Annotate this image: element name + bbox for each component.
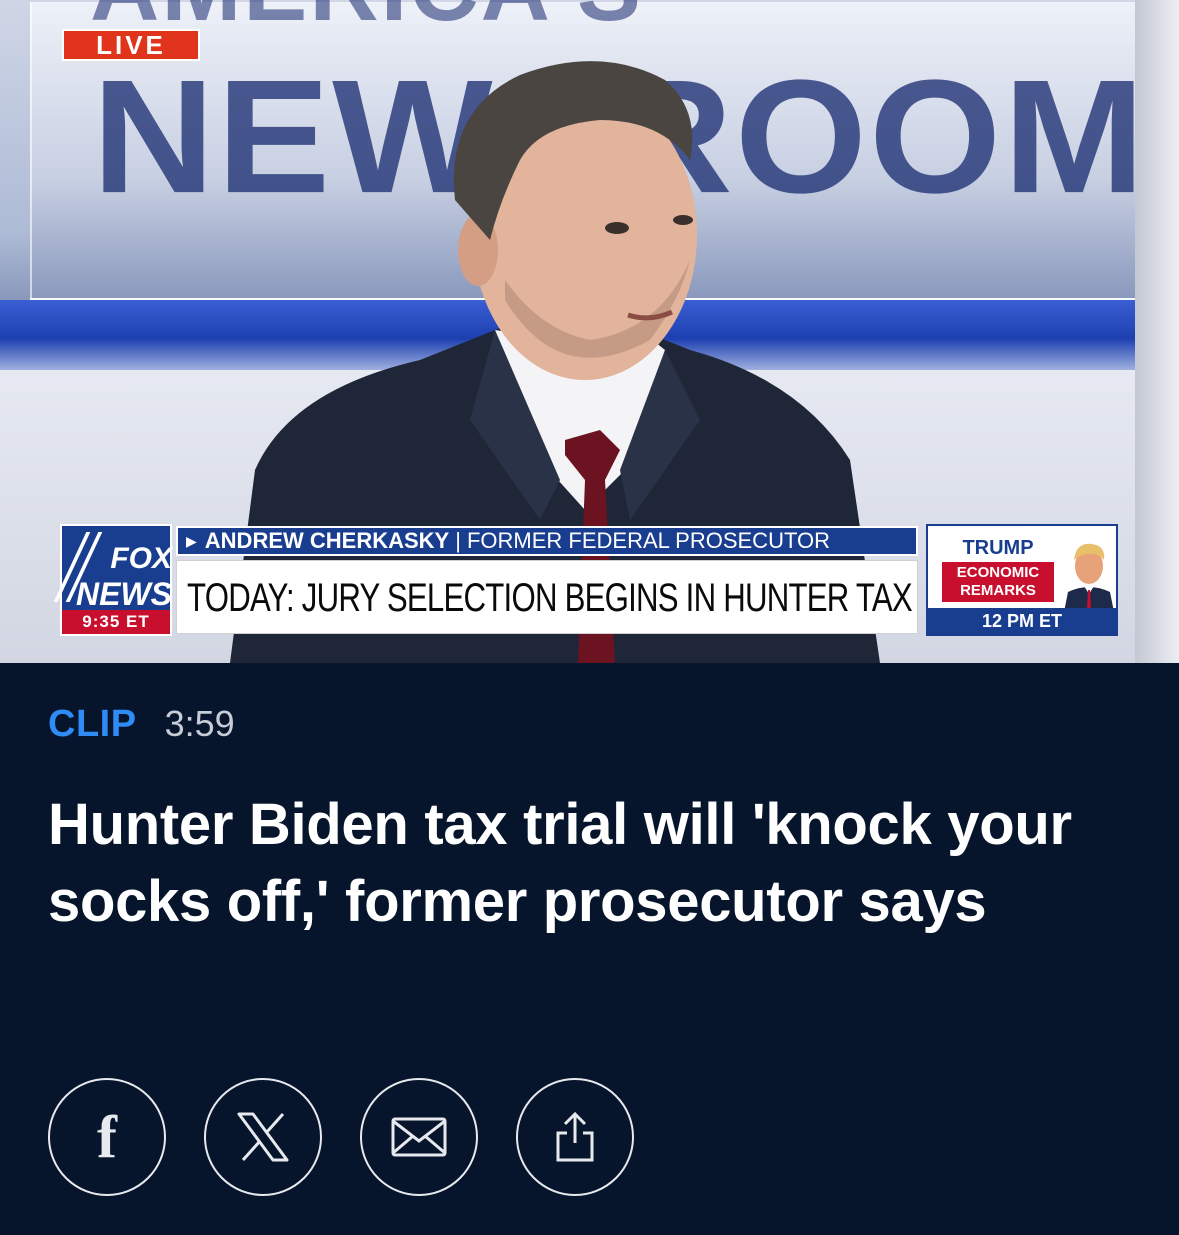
promo-time: 12 PM ET	[928, 608, 1116, 634]
lower-third: FOX NEWS 9:35 ET ▶ ANDREW CHERKASKY | FORME…	[53, 524, 1118, 636]
mail-icon	[391, 1117, 447, 1157]
promo-subject: ECONOMIC REMARKS	[942, 562, 1054, 602]
promo-line2: REMARKS	[960, 582, 1036, 599]
chyron-headline-text: TODAY: JURY SELECTION BEGINS IN HUNTER T…	[187, 576, 917, 620]
clip-duration: 3:59	[164, 703, 235, 744]
x-share-button[interactable]	[204, 1078, 322, 1196]
logo-fox-text: FOX	[110, 542, 172, 575]
promo-name: TRUMP	[962, 537, 1034, 559]
facebook-share-button[interactable]: f	[48, 1078, 166, 1196]
article-headline: Hunter Biden tax trial will 'knock your …	[48, 792, 1072, 934]
promo-line1: ECONOMIC	[956, 564, 1040, 581]
play-triangle-icon: ▶	[186, 533, 197, 549]
broadcast-time: 9:35 ET	[62, 610, 170, 634]
guest-title: FORMER FEDERAL PROSECUTOR	[466, 528, 830, 553]
guest-name-bar: ▶ ANDREW CHERKASKY | FORMER FEDERAL PROSECU…	[176, 526, 918, 556]
facebook-icon: f	[97, 1104, 117, 1170]
x-icon	[237, 1112, 289, 1162]
logo-news-text: NEWS	[76, 576, 172, 612]
email-share-button[interactable]	[360, 1078, 478, 1196]
share-buttons: f	[48, 1078, 634, 1198]
share-button[interactable]	[516, 1078, 634, 1196]
live-badge: LIVE	[62, 29, 200, 61]
video-player[interactable]: AMERICA'S NEWSROOM LIVE FOX NE	[0, 0, 1179, 663]
clip-meta: CLIP 3:59	[48, 702, 235, 746]
fox-news-logo: FOX NEWS 9:35 ET	[53, 524, 172, 636]
share-icon	[556, 1111, 594, 1162]
divider: |	[455, 528, 461, 553]
promo-portrait	[1064, 543, 1114, 612]
clip-label: CLIP	[48, 702, 137, 745]
chyron-headline: TODAY: JURY SELECTION BEGINS IN HUNTER T…	[176, 560, 918, 634]
promo-box: TRUMP ECONOMIC REMARKS 12 PM ET	[926, 524, 1118, 636]
guest-name: ANDREW CHERKASKY	[204, 528, 450, 553]
